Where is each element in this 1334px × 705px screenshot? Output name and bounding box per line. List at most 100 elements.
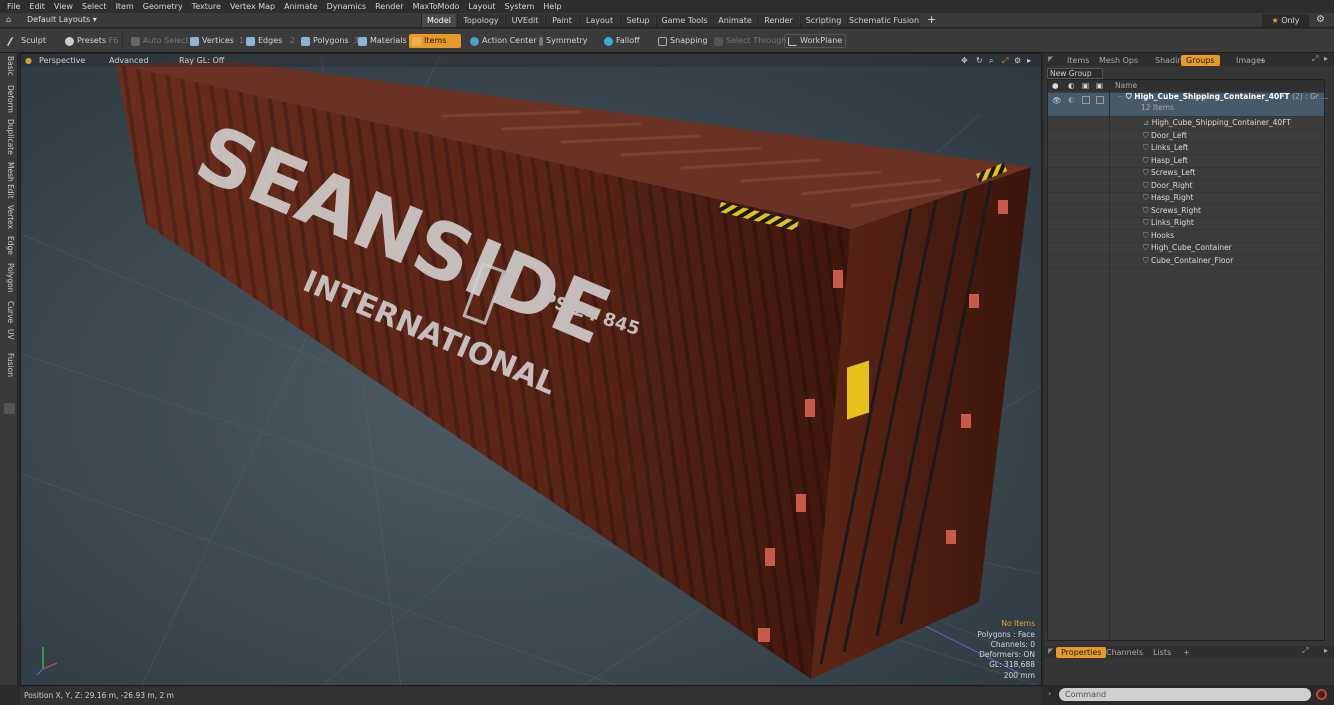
menu-view[interactable]: View [51, 2, 79, 11]
view-raygl[interactable]: Ray GL: Off [179, 56, 224, 65]
zoom-view-icon[interactable]: ⌕ [989, 56, 993, 66]
falloff-button[interactable]: Falloff [601, 34, 643, 48]
panel-arrow-icon[interactable]: ▸ [1324, 54, 1328, 63]
viewport-dot-icon[interactable]: ● [25, 56, 32, 65]
vtab-deform[interactable]: Deform [2, 85, 15, 113]
workplane-button[interactable]: WorkPlane [784, 34, 847, 48]
group-root-count: 12 Items [1141, 103, 1174, 112]
tab-model[interactable]: Model [421, 14, 456, 27]
polygons-button[interactable]: Polygons 3 [298, 34, 362, 48]
tab-properties[interactable]: Properties [1056, 647, 1107, 658]
default-layouts-dropdown[interactable]: Default Layouts ▾ [27, 15, 97, 24]
menu-texture[interactable]: Texture [189, 2, 227, 11]
tab-setup[interactable]: Setup [620, 14, 655, 27]
expand-icon[interactable] [4, 403, 15, 414]
items-button[interactable]: Items [409, 34, 461, 48]
record-icon[interactable] [1316, 689, 1327, 700]
vtab-fusion[interactable]: Fusion [2, 353, 15, 377]
item-name: Hasp_Right [1151, 193, 1194, 202]
only-toggle[interactable]: ★ Only [1262, 14, 1309, 27]
toolbar: Sculpt Presets F6 Auto Select Vertices 1… [0, 29, 1334, 53]
vtab-basic[interactable]: Basic [2, 56, 15, 76]
vtab-mesh-edit[interactable]: Mesh Edit [2, 162, 15, 199]
action-center-button[interactable]: Action Center [467, 34, 540, 48]
rotate-view-icon[interactable]: ↻ [976, 56, 983, 65]
menu-help[interactable]: Help [540, 2, 567, 11]
menu-system[interactable]: System [502, 2, 541, 11]
expand-properties-icon[interactable]: ⤢ [1302, 646, 1308, 656]
menu-vertex-map[interactable]: Vertex Map [227, 2, 281, 11]
tab-channels[interactable]: Channels [1101, 647, 1148, 658]
auto-select-button[interactable]: Auto Select [128, 34, 192, 48]
tab-groups[interactable]: Groups [1181, 55, 1220, 66]
menu-render[interactable]: Render [372, 2, 409, 11]
edges-icon [246, 36, 255, 46]
expand-panel-icon[interactable]: ⤢ [1312, 54, 1318, 64]
tab-scripting[interactable]: Scripting [800, 14, 846, 27]
presets-label: Presets [77, 36, 107, 45]
menu-animate[interactable]: Animate [281, 2, 324, 11]
snapping-label: Snapping [670, 36, 708, 45]
vtab-curve[interactable]: Curve [2, 301, 15, 323]
view-perspective[interactable]: Perspective [39, 56, 85, 65]
gear-icon[interactable]: ⚙ [1316, 14, 1325, 25]
viewport-gear-icon[interactable]: ⚙ [1014, 56, 1021, 65]
add-properties-tab[interactable]: + [1178, 647, 1195, 658]
command-input[interactable]: Command [1059, 688, 1311, 701]
shield-icon: ⛉ [1143, 218, 1149, 227]
vertices-button[interactable]: Vertices 1 [187, 34, 247, 48]
tab-lists[interactable]: Lists [1148, 647, 1176, 658]
3d-viewport[interactable]: SEANSIDE INTERNATIONAL PS 24 845 ● Persp… [20, 53, 1042, 686]
home-icon[interactable]: ⌂ [6, 15, 11, 24]
tab-layout[interactable]: Layout [579, 14, 619, 27]
presets-button[interactable]: Presets F6 [62, 34, 121, 48]
warning-sticker [847, 360, 869, 420]
action-center-icon [470, 36, 479, 46]
snapping-button[interactable]: Snapping [655, 34, 711, 48]
menu-file[interactable]: File [4, 2, 26, 11]
menu-edit[interactable]: Edit [26, 2, 51, 11]
item-label: ⛉ High_Cube_Container [1143, 242, 1232, 255]
vtab-edge[interactable]: Edge [2, 236, 15, 255]
tab-items[interactable]: Items [1062, 55, 1094, 66]
add-panel-tab[interactable]: + [1254, 55, 1271, 66]
vtab-duplicate[interactable]: Duplicate [2, 119, 15, 155]
properties-menu-icon[interactable]: ◤ [1048, 647, 1053, 655]
collapse-icon[interactable]: – [1118, 91, 1122, 104]
tab-game-tools[interactable]: Game Tools [656, 14, 712, 27]
tab-mesh-ops[interactable]: Mesh Ops [1094, 55, 1143, 66]
view-shading[interactable]: Advanced [109, 56, 149, 65]
menu-dynamics[interactable]: Dynamics [324, 2, 372, 11]
move-view-icon[interactable]: ✥ [961, 56, 968, 65]
tab-animate[interactable]: Animate [713, 14, 756, 27]
materials-button[interactable]: Materials [355, 34, 410, 48]
vtab-polygon[interactable]: Polygon [2, 263, 15, 292]
tab-uvedit[interactable]: UVEdit [505, 14, 544, 27]
maximize-view-icon[interactable]: ⤢ [1002, 56, 1008, 66]
info-gl: GL: 318,688 [989, 660, 1035, 670]
select-through-label: Select Through [726, 36, 787, 45]
menu-geometry[interactable]: Geometry [140, 2, 189, 11]
tab-render[interactable]: Render [757, 14, 799, 27]
panel-menu-icon[interactable]: ◤ [1048, 55, 1053, 63]
menu-item[interactable]: Item [113, 2, 140, 11]
sculpt-button[interactable]: Sculpt [6, 34, 49, 48]
edges-button[interactable]: Edges 2 [243, 34, 298, 48]
shield-icon: ⛉ [1143, 231, 1149, 240]
viewport-arrow-icon[interactable]: ▸ [1027, 56, 1031, 65]
vtab-vertex[interactable]: Vertex [2, 205, 15, 229]
select-through-button[interactable]: Select Through [711, 34, 789, 48]
menu-select[interactable]: Select [79, 2, 113, 11]
new-group-button[interactable]: New Group [1047, 68, 1103, 79]
shield-icon: ⛉ [1143, 256, 1149, 265]
mesh-icon: ⊿ [1143, 118, 1150, 127]
menu-maxtomodo[interactable]: MaxToModo [410, 2, 466, 11]
tab-topology[interactable]: Topology [457, 14, 504, 27]
tab-paint[interactable]: Paint [545, 14, 578, 27]
tab-schematic-fusion[interactable]: Schematic Fusion [847, 14, 920, 27]
symmetry-button[interactable]: Symmetry [536, 34, 590, 48]
vtab-uv[interactable]: UV [2, 329, 15, 340]
properties-arrow-icon[interactable]: ▸ [1324, 646, 1328, 655]
menu-layout[interactable]: Layout [465, 2, 501, 11]
add-tab-button[interactable]: + [927, 13, 936, 26]
